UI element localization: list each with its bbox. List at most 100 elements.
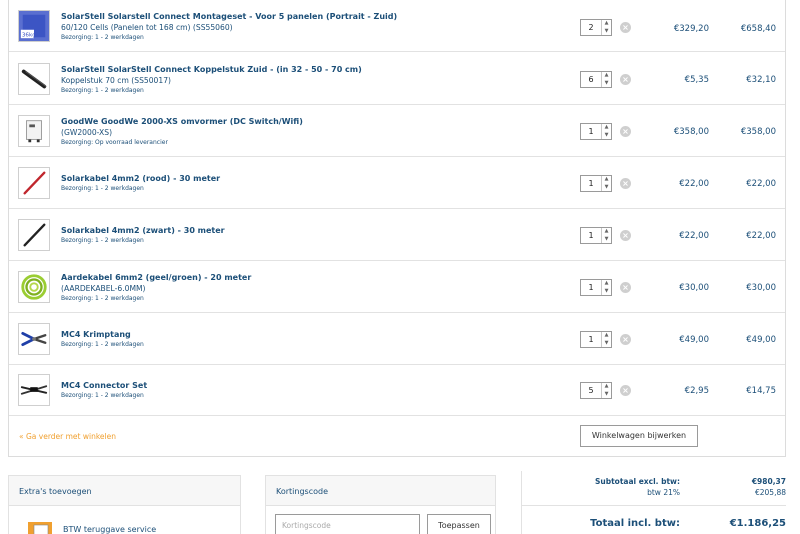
line-total: €32,10 [746, 75, 776, 85]
delivery-info: Bezorging: 1 - 2 werkdagen [61, 295, 144, 302]
chevron-up-icon[interactable]: ▲ [602, 383, 611, 391]
total-value: €1.186,25 [729, 518, 786, 529]
cart-table: 36kg SolarStell Solarstell Connect Monta… [8, 0, 786, 457]
product-thumbnail[interactable] [18, 374, 50, 406]
product-variant: Koppelstuk 70 cm (SS50017) [61, 76, 172, 85]
remove-item-icon[interactable]: × [620, 22, 631, 33]
apply-discount-button[interactable]: Toepassen [427, 514, 491, 534]
quantity-stepper[interactable]: 2 ▲ ▼ [580, 19, 612, 36]
chevron-up-icon[interactable]: ▲ [602, 124, 611, 132]
cart-row: 36kg SolarStell Solarstell Connect Monta… [9, 0, 785, 52]
quantity-value[interactable]: 1 [581, 228, 601, 243]
chevron-up-icon[interactable]: ▲ [602, 228, 611, 236]
line-total: €49,00 [746, 335, 776, 345]
line-total: €22,00 [746, 231, 776, 241]
remove-item-icon[interactable]: × [620, 334, 631, 345]
chevron-up-icon[interactable]: ▲ [602, 280, 611, 288]
product-name-link[interactable]: SolarStell Solarstell Connect Montageset… [61, 11, 541, 22]
btw-service-option[interactable]: BTW teruggave service [63, 525, 156, 534]
quantity-stepper[interactable]: 1 ▲ ▼ [580, 123, 612, 140]
cart-row: MC4 Krimptang Bezorging: 1 - 2 werkdagen… [9, 313, 785, 365]
line-total: €658,40 [740, 24, 776, 34]
quantity-value[interactable]: 1 [581, 332, 601, 347]
cart-row: Aardekabel 6mm2 (geel/groen) - 20 meter … [9, 261, 785, 313]
unit-price: €5,35 [684, 75, 709, 85]
product-name-link[interactable]: MC4 Krimptang [61, 329, 541, 340]
product-name-link[interactable]: GoodWe GoodWe 2000-XS omvormer (DC Switc… [61, 116, 541, 127]
product-variant: 60/120 Cells (Panelen tot 168 cm) (SS550… [61, 23, 233, 32]
chevron-down-icon[interactable]: ▼ [602, 132, 611, 140]
extras-title: Extra's toevoegen [9, 476, 240, 506]
product-thumbnail[interactable]: 36kg [18, 10, 50, 42]
delivery-info: Bezorging: 1 - 2 werkdagen [61, 341, 144, 348]
quantity-value[interactable]: 1 [581, 280, 601, 295]
product-name-link[interactable]: Aardekabel 6mm2 (geel/groen) - 20 meter [61, 272, 541, 283]
remove-item-icon[interactable]: × [620, 385, 631, 396]
chevron-down-icon[interactable]: ▼ [602, 28, 611, 36]
cart-row: Solarkabel 4mm2 (zwart) - 30 meter Bezor… [9, 209, 785, 261]
product-thumbnail[interactable] [18, 167, 50, 199]
chevron-down-icon[interactable]: ▼ [602, 184, 611, 192]
chevron-up-icon[interactable]: ▲ [602, 20, 611, 28]
continue-shopping-link[interactable]: « Ga verder met winkelen [19, 432, 116, 441]
thumb-label: 36kg [22, 32, 36, 38]
unit-price: €329,20 [673, 24, 709, 34]
product-name-link[interactable]: SolarStell SolarStell Connect Koppelstuk… [61, 64, 541, 75]
remove-item-icon[interactable]: × [620, 74, 631, 85]
unit-price: €49,00 [679, 335, 709, 345]
line-total: €22,00 [746, 179, 776, 189]
product-variant: (GW2000-XS) [61, 128, 113, 137]
product-thumbnail[interactable] [18, 63, 50, 95]
remove-item-icon[interactable]: × [620, 230, 631, 241]
quantity-value[interactable]: 2 [581, 20, 601, 35]
crimp-tool-icon [19, 324, 49, 354]
quantity-stepper[interactable]: 1 ▲ ▼ [580, 227, 612, 244]
chevron-up-icon[interactable]: ▲ [602, 332, 611, 340]
quantity-stepper[interactable]: 1 ▲ ▼ [580, 175, 612, 192]
delivery-info: Bezorging: 1 - 2 werkdagen [61, 392, 144, 399]
quantity-value[interactable]: 5 [581, 383, 601, 398]
quantity-value[interactable]: 6 [581, 72, 601, 87]
product-name-link[interactable]: Solarkabel 4mm2 (rood) - 30 meter [61, 173, 541, 184]
cart-row: Solarkabel 4mm2 (rood) - 30 meter Bezorg… [9, 157, 785, 209]
unit-price: €30,00 [679, 283, 709, 293]
remove-item-icon[interactable]: × [620, 126, 631, 137]
chevron-down-icon[interactable]: ▼ [602, 340, 611, 348]
quantity-value[interactable]: 1 [581, 176, 601, 191]
rail-icon [19, 64, 49, 94]
product-name-link[interactable]: Solarkabel 4mm2 (zwart) - 30 meter [61, 225, 541, 236]
product-thumbnail[interactable] [18, 115, 50, 147]
quantity-stepper[interactable]: 1 ▲ ▼ [580, 331, 612, 348]
remove-item-icon[interactable]: × [620, 178, 631, 189]
cart-row: SolarStell SolarStell Connect Koppelstuk… [9, 53, 785, 105]
chevron-up-icon[interactable]: ▲ [602, 176, 611, 184]
quantity-stepper[interactable]: 6 ▲ ▼ [580, 71, 612, 88]
cart-actions: « Ga verder met winkelen Winkelwagen bij… [9, 416, 785, 456]
black-cable-icon [19, 220, 49, 250]
product-thumbnail[interactable] [18, 271, 50, 303]
subtotal-value: €980,37 [751, 477, 786, 486]
chevron-up-icon[interactable]: ▲ [602, 72, 611, 80]
product-thumbnail[interactable] [18, 219, 50, 251]
chevron-down-icon[interactable]: ▼ [602, 391, 611, 399]
remove-item-icon[interactable]: × [620, 282, 631, 293]
product-thumbnail[interactable] [18, 323, 50, 355]
delivery-info: Bezorging: 1 - 2 werkdagen [61, 87, 144, 94]
unit-price: €22,00 [679, 231, 709, 241]
summary-divider [522, 505, 786, 506]
chevron-down-icon[interactable]: ▼ [602, 80, 611, 88]
cart-row: MC4 Connector Set Bezorging: 1 - 2 werkd… [9, 364, 785, 416]
quantity-stepper[interactable]: 1 ▲ ▼ [580, 279, 612, 296]
update-cart-button[interactable]: Winkelwagen bijwerken [580, 425, 698, 447]
quantity-stepper[interactable]: 5 ▲ ▼ [580, 382, 612, 399]
unit-price: €358,00 [673, 127, 709, 137]
chevron-down-icon[interactable]: ▼ [602, 236, 611, 244]
unit-price: €22,00 [679, 179, 709, 189]
product-name-link[interactable]: MC4 Connector Set [61, 380, 541, 391]
discount-title: Kortingscode [266, 476, 495, 506]
line-total: €358,00 [740, 127, 776, 137]
discount-code-input[interactable] [275, 514, 420, 534]
quantity-value[interactable]: 1 [581, 124, 601, 139]
red-cable-icon [19, 168, 49, 198]
chevron-down-icon[interactable]: ▼ [602, 288, 611, 296]
